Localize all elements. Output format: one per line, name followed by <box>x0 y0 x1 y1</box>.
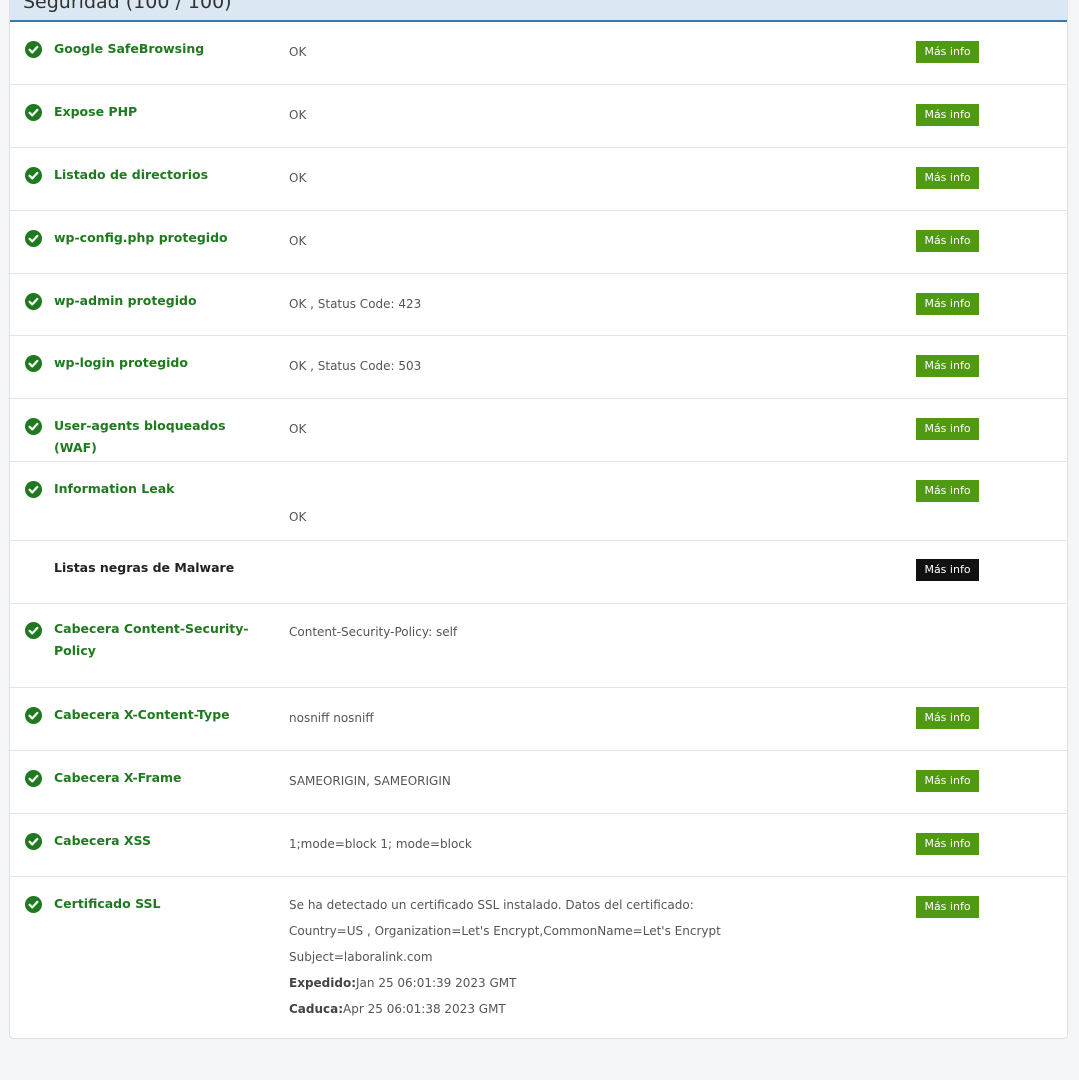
ssl-issued: Expedido:Jan 25 06:01:39 2023 GMT <box>289 970 889 996</box>
ssl-expires-label: Caduca: <box>289 1002 344 1016</box>
more-info-button[interactable]: Más info <box>916 41 979 63</box>
check-value: 1;mode=block 1; mode=block <box>289 837 472 851</box>
check-label: Cabecera Content-Security-Policy <box>54 621 249 658</box>
check-label: wp-login protegido <box>54 355 188 370</box>
check-value: OK <box>289 234 307 248</box>
check-row-user-agents: User-agents bloqueados (WAF) OK Más info <box>10 399 1067 462</box>
check-circle-icon <box>25 167 42 184</box>
ssl-details-line-3: Subject=laboralink.com <box>289 950 433 964</box>
ssl-expires-value: Apr 25 06:01:38 2023 GMT <box>343 1002 506 1016</box>
check-label: Listado de directorios <box>54 167 209 182</box>
check-value: OK <box>289 510 307 524</box>
check-value: nosniff nosniff <box>289 711 374 725</box>
check-circle-icon <box>25 230 42 247</box>
check-row-wp-login: wp-login protegido OK , Status Code: 503… <box>10 336 1067 399</box>
check-circle-icon <box>25 770 42 787</box>
more-info-button[interactable]: Más info <box>916 833 979 855</box>
more-info-button[interactable]: Más info <box>916 559 979 581</box>
more-info-button[interactable]: Más info <box>916 293 979 315</box>
more-info-button[interactable]: Más info <box>916 707 979 729</box>
check-label: Cabecera XSS <box>54 833 151 848</box>
check-label: Cabecera X-Content-Type <box>54 707 230 722</box>
check-row-wp-admin: wp-admin protegido OK , Status Code: 423… <box>10 274 1067 336</box>
more-info-button[interactable]: Más info <box>916 104 979 126</box>
check-circle-icon <box>25 104 42 121</box>
check-row-expose-php: Expose PHP OK Más info <box>10 85 1067 148</box>
check-label: Certificado SSL <box>54 896 161 911</box>
check-label: Listas negras de Malware <box>54 560 235 575</box>
check-value: OK <box>289 45 307 59</box>
check-value: OK <box>289 171 307 185</box>
check-circle-icon <box>25 41 42 58</box>
security-panel: Seguridad (100 / 100) Google SafeBrowsin… <box>9 0 1068 1039</box>
check-value: Content-Security-Policy: self <box>289 625 458 639</box>
check-value: OK , Status Code: 503 <box>289 359 422 373</box>
more-info-button[interactable]: Más info <box>916 355 979 377</box>
check-value: OK <box>289 108 307 122</box>
check-circle-icon <box>25 418 42 435</box>
ssl-issued-label: Expedido: <box>289 976 357 990</box>
check-row-wp-config: wp-config.php protegido OK Más info <box>10 211 1067 274</box>
panel-header: Seguridad (100 / 100) <box>10 0 1067 22</box>
check-value: OK , Status Code: 423 <box>289 297 422 311</box>
check-circle-icon <box>25 481 42 498</box>
section-title: Seguridad (100 / 100) <box>23 0 232 13</box>
check-circle-icon <box>25 707 42 724</box>
check-row-x-frame: Cabecera X-Frame SAMEORIGIN, SAMEORIGIN … <box>10 751 1067 814</box>
check-row-information-leak: Information Leak OK Más info <box>10 462 1067 541</box>
check-label: Google SafeBrowsing <box>54 41 205 56</box>
more-info-button[interactable]: Más info <box>916 418 979 440</box>
check-circle-icon <box>25 833 42 850</box>
check-row-ssl-certificate: Certificado SSL Se ha detectado un certi… <box>10 877 1067 1037</box>
more-info-button[interactable]: Más info <box>916 230 979 252</box>
more-info-button[interactable]: Más info <box>916 480 979 502</box>
check-row-x-content-type: Cabecera X-Content-Type nosniff nosniff … <box>10 688 1067 751</box>
check-label: wp-admin protegido <box>54 293 197 308</box>
check-label: Cabecera X-Frame <box>54 770 182 785</box>
check-row-safebrowsing: Google SafeBrowsing OK Más info <box>10 22 1067 85</box>
ssl-details-line-2: Country=US , Organization=Let's Encrypt,… <box>289 924 721 938</box>
more-info-button[interactable]: Más info <box>916 167 979 189</box>
ssl-details-line-1: Se ha detectado un certificado SSL insta… <box>289 898 694 912</box>
check-label: User-agents bloqueados (WAF) <box>54 418 226 455</box>
check-row-malware-blacklists: Listas negras de Malware Más info <box>10 541 1067 604</box>
check-value: OK <box>289 422 307 436</box>
check-row-directory-listing: Listado de directorios OK Más info <box>10 148 1067 211</box>
check-label: Information Leak <box>54 481 175 496</box>
check-row-xss: Cabecera XSS 1;mode=block 1; mode=block … <box>10 814 1067 877</box>
check-row-csp-header: Cabecera Content-Security-Policy Content… <box>10 604 1067 688</box>
check-circle-icon <box>25 622 42 639</box>
check-value: SAMEORIGIN, SAMEORIGIN <box>289 774 451 788</box>
ssl-expires: Caduca:Apr 25 06:01:38 2023 GMT <box>289 996 889 1022</box>
ssl-issued-value: Jan 25 06:01:39 2023 GMT <box>356 976 517 990</box>
check-circle-icon <box>25 896 42 913</box>
more-info-button[interactable]: Más info <box>916 896 979 918</box>
check-label: Expose PHP <box>54 104 138 119</box>
more-info-button[interactable]: Más info <box>916 770 979 792</box>
check-circle-icon <box>25 355 42 372</box>
check-circle-icon <box>25 293 42 310</box>
check-label: wp-config.php protegido <box>54 230 228 245</box>
